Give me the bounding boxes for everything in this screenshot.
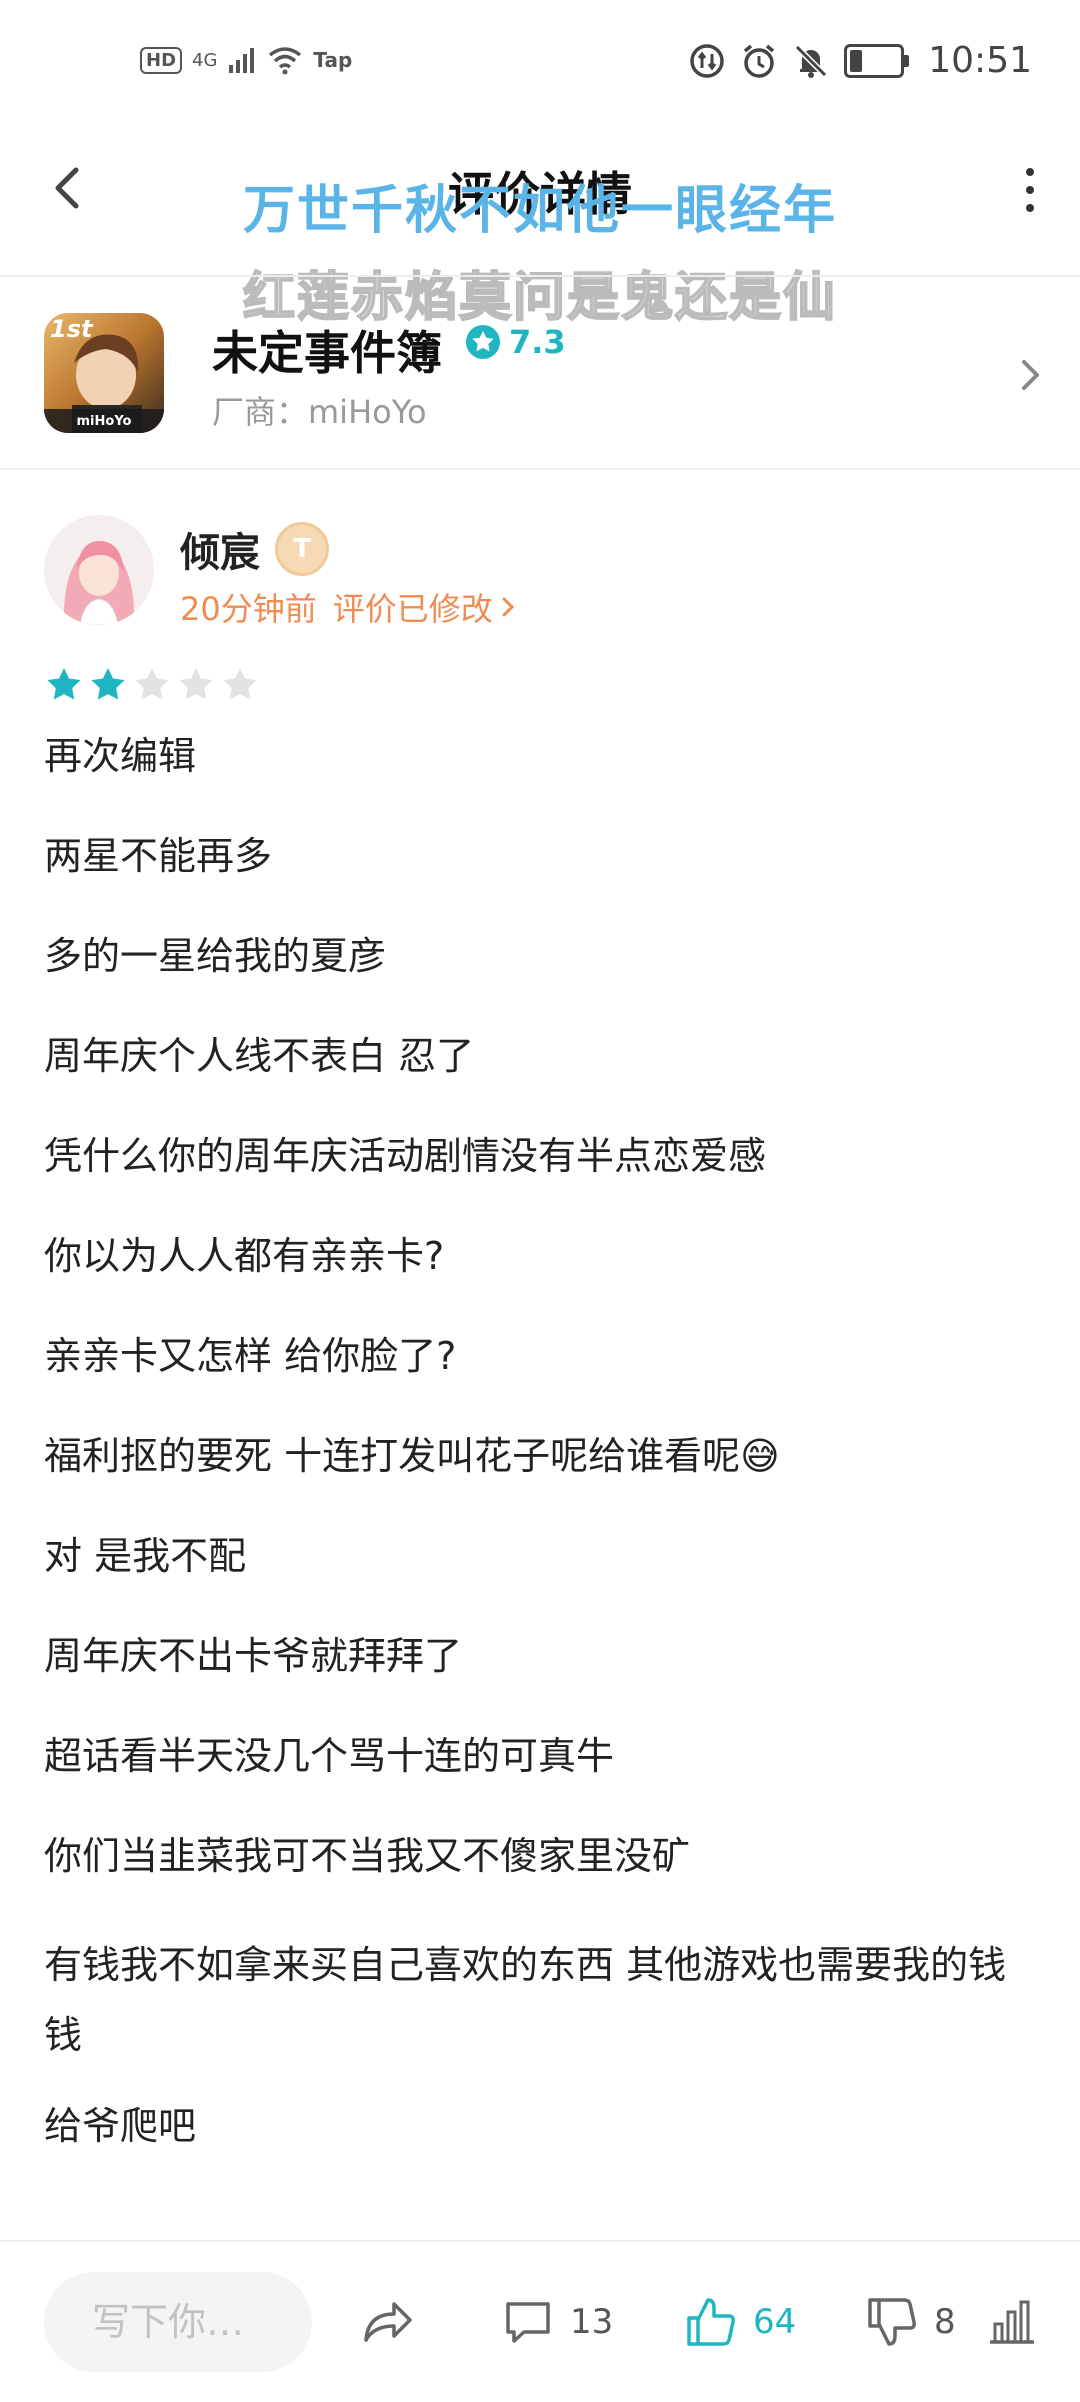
status-left: HD 4G Tap: [140, 45, 352, 75]
rating-star-icon: [466, 325, 500, 359]
more-dot: [1026, 204, 1034, 212]
chevron-right-icon: [502, 597, 514, 617]
dislike-count: 8: [934, 2302, 956, 2342]
edited-link[interactable]: 评价已修改: [333, 584, 517, 630]
more-dot: [1026, 168, 1034, 176]
stats-button[interactable]: [984, 2282, 1040, 2362]
game-icon-label-bottom: miHoYo: [76, 414, 132, 429]
comment-button[interactable]: 13: [500, 2282, 613, 2362]
comment-count: 13: [570, 2302, 614, 2342]
network-type: 4G: [192, 49, 218, 71]
star-empty-icon: [223, 668, 257, 700]
rating-value: 7.3: [509, 323, 566, 361]
review-line: 福利抠的要死 十连打发叫花子呢给谁看呢😅: [44, 1434, 780, 1478]
header: 评价详情 万世千秋不如他一眼经年 红莲赤焰莫问是鬼还是仙: [0, 130, 1080, 329]
mute-icon: [795, 44, 828, 78]
data-saver-icon: [690, 43, 724, 78]
user-badge: T: [275, 522, 329, 576]
review-line: 多的一星给我的夏彦: [44, 934, 387, 978]
clock: 10:51: [928, 40, 1032, 81]
review-line: 超话看半天没几个骂十连的可真牛: [44, 1734, 615, 1778]
game-icon: 1st miHoYo: [44, 313, 164, 433]
star-empty-icon: [135, 668, 169, 700]
game-icon-label-top: 1st: [50, 315, 93, 343]
like-button[interactable]: 64: [683, 2282, 796, 2362]
review-line: 亲亲卡又怎样 给你脸了?: [44, 1334, 457, 1378]
review-line: 凭什么你的周年庆活动剧情没有半点恋爱感: [44, 1134, 767, 1178]
more-options-button[interactable]: [1000, 155, 1060, 225]
review-line: 有钱我不如拿来买自己喜欢的东西 其他游戏也需要我的钱钱: [44, 1943, 1007, 2057]
game-card[interactable]: 1st miHoYo 未定事件簿 7.3 厂商：miHoYo: [0, 275, 1080, 470]
developer-label: 厂商：miHoYo: [212, 393, 427, 431]
review-line: 你以为人人都有亲亲卡?: [44, 1234, 445, 1278]
avatar[interactable]: [44, 515, 154, 625]
share-button[interactable]: [360, 2282, 416, 2362]
tap-icon: Tap: [313, 48, 353, 72]
review-line: 再次编辑: [44, 734, 197, 778]
star-empty-icon: [179, 668, 213, 700]
chevron-right-icon: [1010, 350, 1050, 400]
edited-label: 评价已修改: [332, 590, 493, 628]
reviewer-name[interactable]: 倾宸: [180, 520, 260, 578]
review-line: 你们当韭菜我可不当我又不傻家里没矿: [44, 1834, 691, 1878]
more-dot: [1026, 186, 1034, 194]
reply-input[interactable]: [44, 2272, 312, 2372]
review-content: 再次编辑两星不能再多多的一星给我的夏彦周年庆个人线不表白 忍了凭什么你的周年庆活…: [44, 730, 1044, 2200]
signal-icon: [229, 48, 255, 73]
thumbs-down-icon: [868, 2298, 916, 2346]
like-count: 64: [753, 2302, 797, 2342]
star-filled-icon: [91, 668, 125, 700]
thumbs-up-icon: [687, 2298, 735, 2346]
star-rating: [44, 665, 260, 705]
lyric-overlay-line1: 万世千秋不如他一眼经年: [242, 181, 837, 241]
bottom-action-bar: 13 64 8: [0, 2240, 1080, 2402]
review-line: 对 是我不配: [44, 1534, 247, 1578]
review-time: 20分钟前: [180, 590, 317, 628]
alarm-icon: [744, 44, 775, 78]
star-filled-icon: [47, 668, 81, 700]
review-line: 给爷爬吧: [44, 2104, 197, 2148]
game-rating: 7.3: [465, 323, 566, 361]
status-bar: HD 4G Tap 10:51: [0, 0, 1080, 130]
dislike-button[interactable]: 8: [864, 2282, 956, 2362]
status-right: 10:51: [688, 40, 1032, 81]
review-line: 两星不能再多: [44, 834, 273, 878]
battery-icon: [844, 43, 910, 78]
hd-icon: HD: [140, 46, 183, 74]
review-line: 周年庆个人线不表白 忍了: [44, 1034, 475, 1078]
review-line: 周年庆不出卡爷就拜拜了: [44, 1634, 463, 1678]
divider: [0, 468, 1080, 470]
game-name: 未定事件簿: [212, 326, 442, 380]
share-icon: [364, 2302, 412, 2342]
comment-icon: [506, 2302, 550, 2343]
wifi-icon: [269, 47, 302, 75]
review-meta: 20分钟前 评价已修改: [180, 584, 517, 630]
bar-chart-icon: [990, 2300, 1034, 2344]
